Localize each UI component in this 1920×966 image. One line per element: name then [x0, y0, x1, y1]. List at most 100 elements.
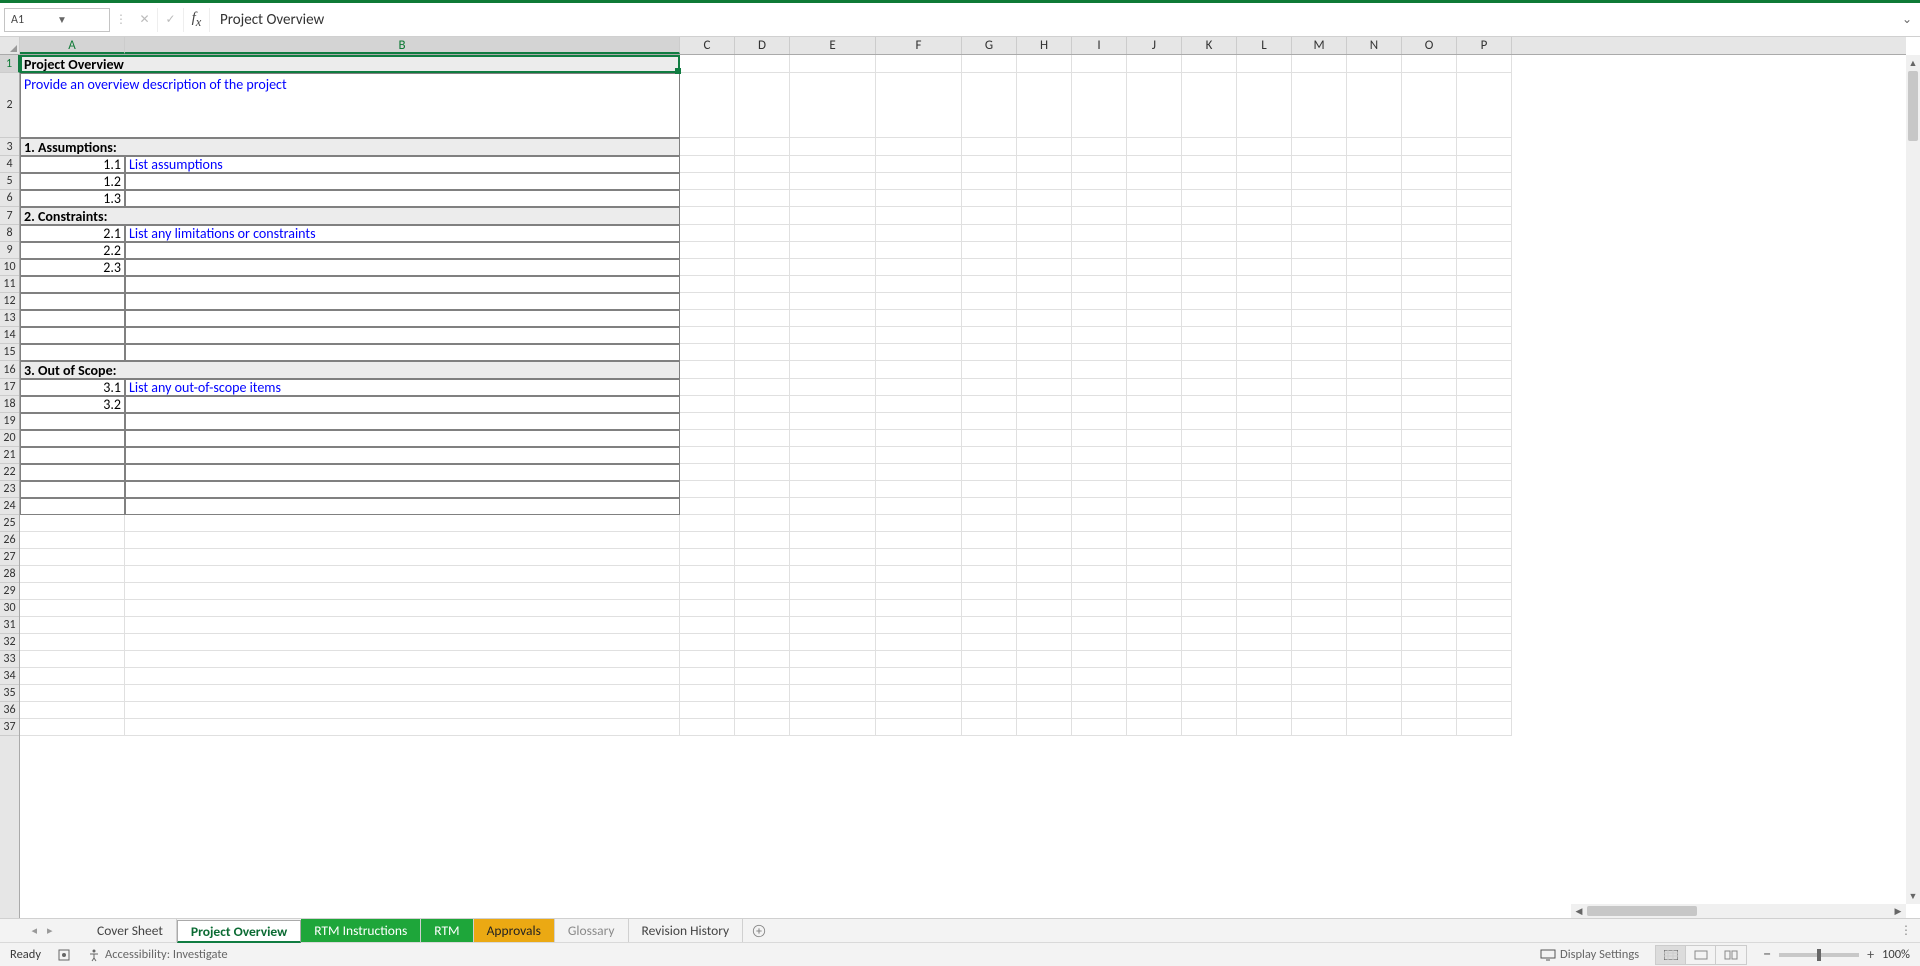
cell-D12[interactable] [735, 293, 790, 310]
cell-G4[interactable] [962, 156, 1017, 173]
cell-C7[interactable] [680, 207, 735, 225]
cell-N31[interactable] [1347, 617, 1402, 634]
cell-A7[interactable]: 2. Constraints: [20, 207, 680, 225]
cell-B33[interactable] [125, 651, 680, 668]
accessibility-status[interactable]: Accessibility: Investigate [87, 947, 228, 962]
cell-I37[interactable] [1072, 719, 1127, 736]
row-header-21[interactable]: 21 [0, 447, 19, 464]
cell-I36[interactable] [1072, 702, 1127, 719]
cell-E31[interactable] [790, 617, 876, 634]
cell-I33[interactable] [1072, 651, 1127, 668]
cell-I6[interactable] [1072, 190, 1127, 207]
cell-C5[interactable] [680, 173, 735, 190]
row-header-1[interactable]: 1 [0, 55, 20, 73]
cell-N32[interactable] [1347, 634, 1402, 651]
cell-H34[interactable] [1017, 668, 1072, 685]
cell-J11[interactable] [1127, 276, 1182, 293]
cell-I15[interactable] [1072, 344, 1127, 361]
cell-M8[interactable] [1292, 225, 1347, 242]
cell-E35[interactable] [790, 685, 876, 702]
cell-H8[interactable] [1017, 225, 1072, 242]
cell-B35[interactable] [125, 685, 680, 702]
cell-E5[interactable] [790, 173, 876, 190]
cell-A28[interactable] [20, 566, 125, 583]
scroll-left-button[interactable]: ◀ [1571, 904, 1587, 918]
cell-J24[interactable] [1127, 498, 1182, 515]
cell-I19[interactable] [1072, 413, 1127, 430]
cell-H4[interactable] [1017, 156, 1072, 173]
cell-N4[interactable] [1347, 156, 1402, 173]
cell-F14[interactable] [876, 327, 962, 344]
cell-P7[interactable] [1457, 207, 1512, 225]
cell-G25[interactable] [962, 515, 1017, 532]
cell-H20[interactable] [1017, 430, 1072, 447]
cell-H2[interactable] [1017, 73, 1072, 138]
cell-G36[interactable] [962, 702, 1017, 719]
cell-E30[interactable] [790, 600, 876, 617]
cell-C11[interactable] [680, 276, 735, 293]
cell-C31[interactable] [680, 617, 735, 634]
cell-K3[interactable] [1182, 138, 1237, 156]
cell-J8[interactable] [1127, 225, 1182, 242]
row-header-34[interactable]: 34 [0, 668, 19, 685]
cell-P11[interactable] [1457, 276, 1512, 293]
cell-A2[interactable]: Provide an overview description of the p… [20, 73, 680, 138]
column-header-F[interactable]: F [876, 37, 962, 54]
cell-E33[interactable] [790, 651, 876, 668]
cell-P16[interactable] [1457, 361, 1512, 379]
cell-B14[interactable] [125, 327, 680, 344]
cell-H28[interactable] [1017, 566, 1072, 583]
cell-M14[interactable] [1292, 327, 1347, 344]
cell-G21[interactable] [962, 447, 1017, 464]
cell-O27[interactable] [1402, 549, 1457, 566]
cell-I32[interactable] [1072, 634, 1127, 651]
cell-E19[interactable] [790, 413, 876, 430]
column-header-M[interactable]: M [1292, 37, 1347, 54]
cell-I16[interactable] [1072, 361, 1127, 379]
tab-nav-next-icon[interactable]: ▸ [47, 924, 53, 937]
cell-C25[interactable] [680, 515, 735, 532]
cell-J29[interactable] [1127, 583, 1182, 600]
cell-O8[interactable] [1402, 225, 1457, 242]
cell-L34[interactable] [1237, 668, 1292, 685]
cell-A24[interactable] [20, 498, 125, 515]
row-header-18[interactable]: 18 [0, 396, 19, 413]
row-header-22[interactable]: 22 [0, 464, 19, 481]
cell-M5[interactable] [1292, 173, 1347, 190]
row-header-14[interactable]: 14 [0, 327, 19, 344]
cell-D6[interactable] [735, 190, 790, 207]
cell-I7[interactable] [1072, 207, 1127, 225]
cell-M23[interactable] [1292, 481, 1347, 498]
cell-D9[interactable] [735, 242, 790, 259]
cell-H3[interactable] [1017, 138, 1072, 156]
cell-F2[interactable] [876, 73, 962, 138]
normal-view-button[interactable] [1656, 946, 1686, 964]
cell-N12[interactable] [1347, 293, 1402, 310]
cell-C14[interactable] [680, 327, 735, 344]
cell-A11[interactable] [20, 276, 125, 293]
cell-B23[interactable] [125, 481, 680, 498]
cell-C1[interactable] [680, 55, 735, 73]
row-header-37[interactable]: 37 [0, 719, 19, 736]
cell-C18[interactable] [680, 396, 735, 413]
cell-K2[interactable] [1182, 73, 1237, 138]
cell-P29[interactable] [1457, 583, 1512, 600]
cell-G24[interactable] [962, 498, 1017, 515]
cell-O37[interactable] [1402, 719, 1457, 736]
cell-G28[interactable] [962, 566, 1017, 583]
cell-A13[interactable] [20, 310, 125, 327]
cell-P33[interactable] [1457, 651, 1512, 668]
cell-P9[interactable] [1457, 242, 1512, 259]
cell-L6[interactable] [1237, 190, 1292, 207]
cell-E7[interactable] [790, 207, 876, 225]
cell-F3[interactable] [876, 138, 962, 156]
cell-H36[interactable] [1017, 702, 1072, 719]
cell-O11[interactable] [1402, 276, 1457, 293]
cell-B12[interactable] [125, 293, 680, 310]
cell-D2[interactable] [735, 73, 790, 138]
cell-C13[interactable] [680, 310, 735, 327]
cell-J26[interactable] [1127, 532, 1182, 549]
cell-N19[interactable] [1347, 413, 1402, 430]
cell-H15[interactable] [1017, 344, 1072, 361]
cell-G15[interactable] [962, 344, 1017, 361]
